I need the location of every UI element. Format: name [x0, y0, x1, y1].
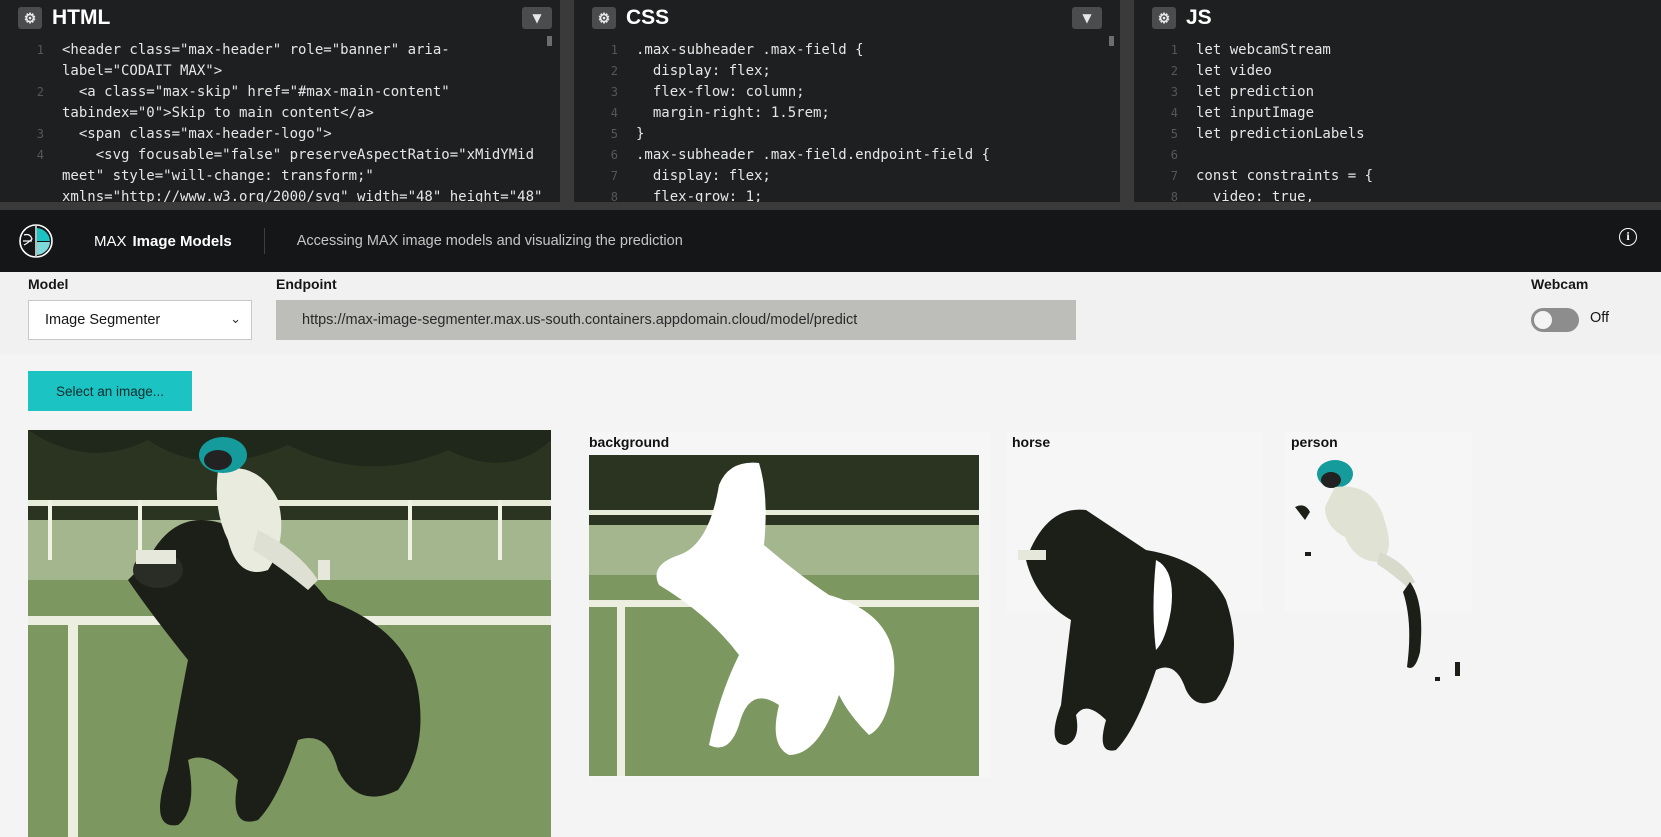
code-line[interactable]: tabindex="0">Skip to main content</a> [62, 103, 374, 124]
code-line[interactable]: flex-flow: column; [636, 82, 805, 103]
line-number: 1 [36, 43, 44, 57]
line-number: 4 [1170, 106, 1178, 120]
code-line[interactable]: label="CODAIT MAX"> [62, 61, 222, 82]
line-number: 1 [1170, 43, 1178, 57]
code-line[interactable]: let prediction [1196, 82, 1314, 103]
line-number: 4 [36, 148, 44, 162]
chevron-down-icon: ⌄ [230, 311, 241, 326]
model-select[interactable]: Image Segmenter ⌄ [28, 300, 252, 340]
scrollbar[interactable] [547, 36, 552, 46]
code-line[interactable]: let predictionLabels [1196, 124, 1365, 145]
segment-image-person [1285, 452, 1472, 752]
input-image-canvas [28, 430, 551, 837]
code-line[interactable]: meet" style="will-change: transform;" [62, 166, 374, 187]
segment-image-background [589, 455, 979, 776]
code-line[interactable]: let video [1196, 61, 1272, 82]
gear-icon[interactable]: ⚙ [1152, 7, 1176, 29]
brand-prefix: MAX [94, 232, 127, 250]
css-pane-header: ⚙ CSS [574, 0, 1120, 36]
code-line[interactable]: display: flex; [636, 61, 771, 82]
code-line[interactable]: const constraints = { [1196, 166, 1373, 187]
line-number: 6 [1170, 148, 1178, 162]
line-number: 3 [36, 127, 44, 141]
input-image [28, 430, 551, 837]
info-icon[interactable]: i [1619, 227, 1637, 246]
segment-label: horse [1012, 434, 1051, 450]
gear-icon[interactable]: ⚙ [18, 7, 42, 29]
endpoint-label: Endpoint [276, 276, 337, 292]
segment-canvas-horse [1018, 509, 1234, 751]
model-label: Model [28, 276, 69, 292]
line-number: 3 [610, 85, 618, 99]
html-editor-pane[interactable]: ⚙ HTML ▼ 1 <header class="max-header" rol… [0, 0, 574, 208]
code-line[interactable]: let inputImage [1196, 103, 1314, 124]
line-number: 5 [610, 127, 618, 141]
brain-logo-icon [19, 224, 53, 258]
code-editors: ⚙ HTML ▼ 1 <header class="max-header" rol… [0, 0, 1661, 208]
html-pane-header: ⚙ HTML [0, 0, 560, 36]
resize-handle[interactable] [0, 202, 1661, 210]
js-pane-header: ⚙ JS [1134, 0, 1661, 36]
brand[interactable]: MAX Image Models [94, 233, 232, 250]
chevron-down-icon[interactable]: ▼ [1072, 7, 1102, 29]
line-number: 2 [36, 85, 44, 99]
chevron-down-icon[interactable]: ▼ [522, 7, 552, 29]
code-line[interactable]: <span class="max-header-logo"> [62, 124, 332, 145]
segment-panel-background: background [589, 432, 991, 778]
code-line[interactable]: .max-subheader .max-field.endpoint-field… [636, 145, 990, 166]
segment-image-horse [1006, 500, 1263, 760]
line-number: 4 [610, 106, 618, 120]
app-header: MAX Image Models Accessing MAX image mode… [0, 210, 1661, 272]
code-line[interactable]: display: flex; [636, 166, 771, 187]
line-number: 6 [610, 148, 618, 162]
segment-canvas-person [1295, 460, 1460, 681]
code-line[interactable]: } [636, 124, 644, 145]
segment-canvas-background [589, 455, 979, 776]
gear-icon[interactable]: ⚙ [592, 7, 616, 29]
webcam-toggle[interactable] [1531, 308, 1579, 332]
css-pane-title: CSS [626, 6, 670, 29]
scrollbar[interactable] [1109, 36, 1114, 46]
model-select-value: Image Segmenter [45, 312, 161, 328]
header-tagline: Accessing MAX image models and visualizi… [296, 233, 683, 249]
line-number: 7 [1170, 169, 1178, 183]
js-pane-title: JS [1186, 6, 1212, 29]
select-image-button[interactable]: Select an image... [28, 371, 192, 411]
code-line[interactable]: <svg focusable="false" preserveAspectRat… [62, 145, 534, 166]
segment-label: background [589, 434, 670, 450]
webcam-state: Off [1590, 310, 1610, 326]
webcam-label: Webcam [1531, 276, 1589, 292]
line-number: 3 [1170, 85, 1178, 99]
js-editor-pane[interactable]: ⚙ JS 1 let webcamStream 2 let video 3 let pre… [1134, 0, 1661, 208]
code-line[interactable]: <a class="max-skip" href="#max-main-cont… [62, 82, 450, 103]
toggle-knob [1534, 311, 1552, 329]
line-number: 7 [610, 169, 618, 183]
code-line[interactable]: .max-subheader .max-field { [636, 40, 864, 61]
segment-label: person [1291, 434, 1338, 450]
code-line[interactable]: let webcamStream [1196, 40, 1331, 61]
line-number: 1 [610, 43, 618, 57]
code-line[interactable]: margin-right: 1.5rem; [636, 103, 830, 124]
html-pane-title: HTML [52, 6, 111, 29]
brand-name: Image Models [132, 232, 232, 250]
header-divider [263, 228, 265, 254]
line-number: 5 [1170, 127, 1178, 141]
line-number: 2 [1170, 64, 1178, 78]
line-number: 2 [610, 64, 618, 78]
code-line[interactable]: <header class="max-header" role="banner"… [62, 40, 450, 61]
endpoint-value: https://max-image-segmenter.max.us-south… [302, 312, 858, 328]
endpoint-field[interactable]: https://max-image-segmenter.max.us-south… [276, 300, 1076, 340]
css-editor-pane[interactable]: ⚙ CSS ▼ 1 .max-subheader .max-field { 2 di… [574, 0, 1134, 208]
